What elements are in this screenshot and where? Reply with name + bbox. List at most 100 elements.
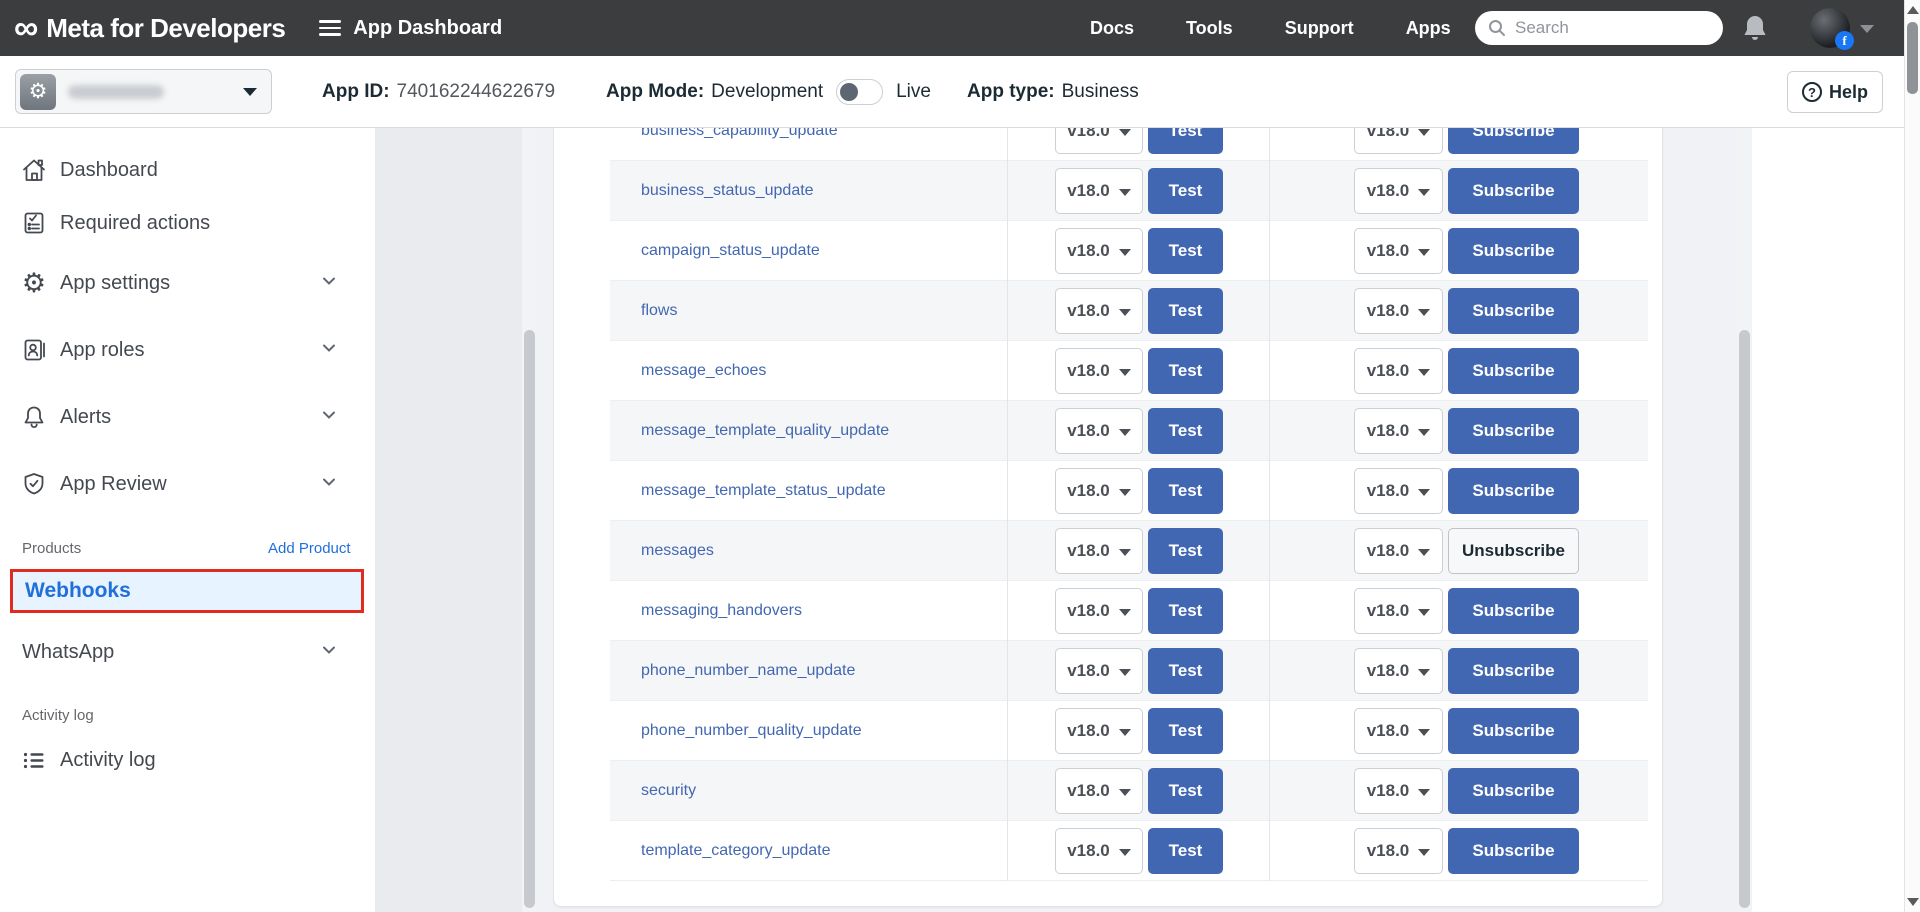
products-section-label: Products — [22, 540, 81, 557]
subscribe-version-dropdown[interactable]: v18.0 — [1354, 168, 1443, 214]
nav-link-docs[interactable]: Docs — [1090, 18, 1134, 39]
test-button[interactable]: Test — [1148, 128, 1223, 154]
test-version-dropdown[interactable]: v18.0 — [1055, 588, 1143, 634]
test-version-dropdown[interactable]: v18.0 — [1055, 768, 1143, 814]
subscribe-version-dropdown[interactable]: v18.0 — [1354, 348, 1443, 394]
sidebar-item-webhooks-selected[interactable]: Webhooks — [10, 569, 364, 613]
subscribe-version-dropdown[interactable]: v18.0 — [1354, 768, 1443, 814]
subscribe-button[interactable]: Subscribe — [1448, 468, 1579, 514]
facebook-badge-icon: f — [1835, 31, 1854, 50]
test-button[interactable]: Test — [1148, 348, 1223, 394]
app-mode-toggle[interactable] — [836, 79, 883, 105]
sidebar-item-activity-log[interactable]: Activity log — [0, 738, 375, 782]
webhook-field-link[interactable]: message_template_status_update — [641, 482, 886, 500]
webhook-field-link[interactable]: phone_number_quality_update — [641, 722, 862, 740]
webhook-field-link[interactable]: messages — [641, 542, 714, 560]
sidebar-item-app-review[interactable]: App Review — [0, 462, 375, 506]
account-chevron-down-icon[interactable] — [1860, 25, 1874, 33]
subscribe-version-dropdown[interactable]: v18.0 — [1354, 288, 1443, 334]
subscribe-button[interactable]: Subscribe — [1448, 768, 1579, 814]
test-button[interactable]: Test — [1148, 288, 1223, 334]
webhook-field-link[interactable]: business_status_update — [641, 182, 814, 200]
avatar[interactable]: f — [1810, 8, 1850, 48]
test-version-dropdown[interactable]: v18.0 — [1055, 828, 1143, 874]
browser-scrollbar[interactable] — [1904, 0, 1920, 912]
help-button[interactable]: ? Help — [1787, 71, 1883, 113]
subscribe-version-dropdown[interactable]: v18.0 — [1354, 528, 1443, 574]
webhook-field-link[interactable]: security — [641, 782, 696, 800]
nav-link-tools[interactable]: Tools — [1186, 18, 1233, 39]
subscribe-version-dropdown[interactable]: v18.0 — [1354, 828, 1443, 874]
webhook-field-link[interactable]: template_category_update — [641, 842, 830, 860]
subscribe-button[interactable]: Subscribe — [1448, 828, 1579, 874]
sidebar-item-app-settings[interactable]: ⚙ App settings — [0, 261, 375, 305]
sidebar-item-app-roles[interactable]: App roles — [0, 328, 375, 372]
test-version-dropdown[interactable]: v18.0 — [1055, 528, 1143, 574]
hamburger-menu-icon[interactable] — [319, 20, 341, 36]
subscribe-button[interactable]: Subscribe — [1448, 228, 1579, 274]
sidebar-item-dashboard[interactable]: Dashboard — [0, 148, 375, 192]
search-input[interactable] — [1515, 18, 1695, 38]
subscribe-button[interactable]: Subscribe — [1448, 348, 1579, 394]
test-button[interactable]: Test — [1148, 168, 1223, 214]
scrollbar-thumb[interactable] — [1739, 330, 1750, 908]
test-version-dropdown[interactable]: v18.0 — [1055, 408, 1143, 454]
subscribe-version-dropdown[interactable]: v18.0 — [1354, 408, 1443, 454]
test-version-dropdown[interactable]: v18.0 — [1055, 128, 1143, 154]
test-version-dropdown[interactable]: v18.0 — [1055, 168, 1143, 214]
subscribe-button[interactable]: Subscribe — [1448, 708, 1579, 754]
test-version-dropdown[interactable]: v18.0 — [1055, 288, 1143, 334]
sidebar-item-alerts[interactable]: Alerts — [0, 395, 375, 439]
subscribe-version-dropdown[interactable]: v18.0 — [1354, 228, 1443, 274]
webhook-field-link[interactable]: business_capability_update — [641, 128, 838, 140]
subscribe-version-dropdown[interactable]: v18.0 — [1354, 588, 1443, 634]
subscribe-button[interactable]: Subscribe — [1448, 128, 1579, 154]
scroll-down-arrow[interactable] — [1907, 898, 1919, 906]
test-button[interactable]: Test — [1148, 588, 1223, 634]
subscribe-button[interactable]: Unsubscribe — [1448, 528, 1579, 574]
webhook-field-link[interactable]: message_echoes — [641, 362, 766, 380]
test-button[interactable]: Test — [1148, 648, 1223, 694]
test-version-dropdown[interactable]: v18.0 — [1055, 348, 1143, 394]
webhook-field-link[interactable]: flows — [641, 302, 677, 320]
sidebar-item-whatsapp[interactable]: WhatsApp — [0, 630, 375, 674]
scrollbar-thumb[interactable] — [1907, 22, 1918, 94]
test-button[interactable]: Test — [1148, 468, 1223, 514]
test-button[interactable]: Test — [1148, 828, 1223, 874]
subscribe-button[interactable]: Subscribe — [1448, 408, 1579, 454]
subscribe-button[interactable]: Subscribe — [1448, 288, 1579, 334]
subscribe-version-dropdown[interactable]: v18.0 — [1354, 708, 1443, 754]
subscribe-button[interactable]: Subscribe — [1448, 648, 1579, 694]
webhook-field-link[interactable]: campaign_status_update — [641, 242, 820, 260]
search-box[interactable] — [1475, 11, 1723, 45]
test-version-dropdown[interactable]: v18.0 — [1055, 468, 1143, 514]
test-button[interactable]: Test — [1148, 528, 1223, 574]
subscribe-button[interactable]: Subscribe — [1448, 168, 1579, 214]
add-product-link[interactable]: Add Product — [268, 540, 351, 557]
webhook-field-link[interactable]: messaging_handovers — [641, 602, 802, 620]
subscribe-button[interactable]: Subscribe — [1448, 588, 1579, 634]
test-button[interactable]: Test — [1148, 408, 1223, 454]
scroll-up-arrow[interactable] — [1907, 6, 1919, 14]
subscribe-version-dropdown[interactable]: v18.0 — [1354, 128, 1443, 154]
test-version-dropdown[interactable]: v18.0 — [1055, 228, 1143, 274]
app-selector-dropdown[interactable]: ⚙ — [15, 69, 272, 114]
test-button[interactable]: Test — [1148, 768, 1223, 814]
nav-link-apps[interactable]: Apps — [1406, 18, 1451, 39]
nav-link-support[interactable]: Support — [1285, 18, 1354, 39]
notifications-bell-icon[interactable] — [1742, 14, 1768, 47]
webhook-field-link[interactable]: phone_number_name_update — [641, 662, 855, 680]
inner-left-scrollbar[interactable] — [522, 128, 537, 912]
subscribe-version-dropdown[interactable]: v18.0 — [1354, 468, 1443, 514]
meta-brand[interactable]: ∞ Meta for Developers — [14, 11, 285, 45]
sidebar-item-required-actions[interactable]: Required actions — [0, 201, 375, 245]
scrollbar-thumb[interactable] — [524, 330, 535, 908]
test-version-dropdown[interactable]: v18.0 — [1055, 648, 1143, 694]
test-version-dropdown[interactable]: v18.0 — [1055, 708, 1143, 754]
test-button[interactable]: Test — [1148, 708, 1223, 754]
subscribe-version-dropdown[interactable]: v18.0 — [1354, 648, 1443, 694]
webhook-field-link[interactable]: message_template_quality_update — [641, 422, 889, 440]
test-button[interactable]: Test — [1148, 228, 1223, 274]
toggle-knob — [840, 83, 858, 101]
inner-right-scrollbar[interactable] — [1737, 128, 1752, 912]
